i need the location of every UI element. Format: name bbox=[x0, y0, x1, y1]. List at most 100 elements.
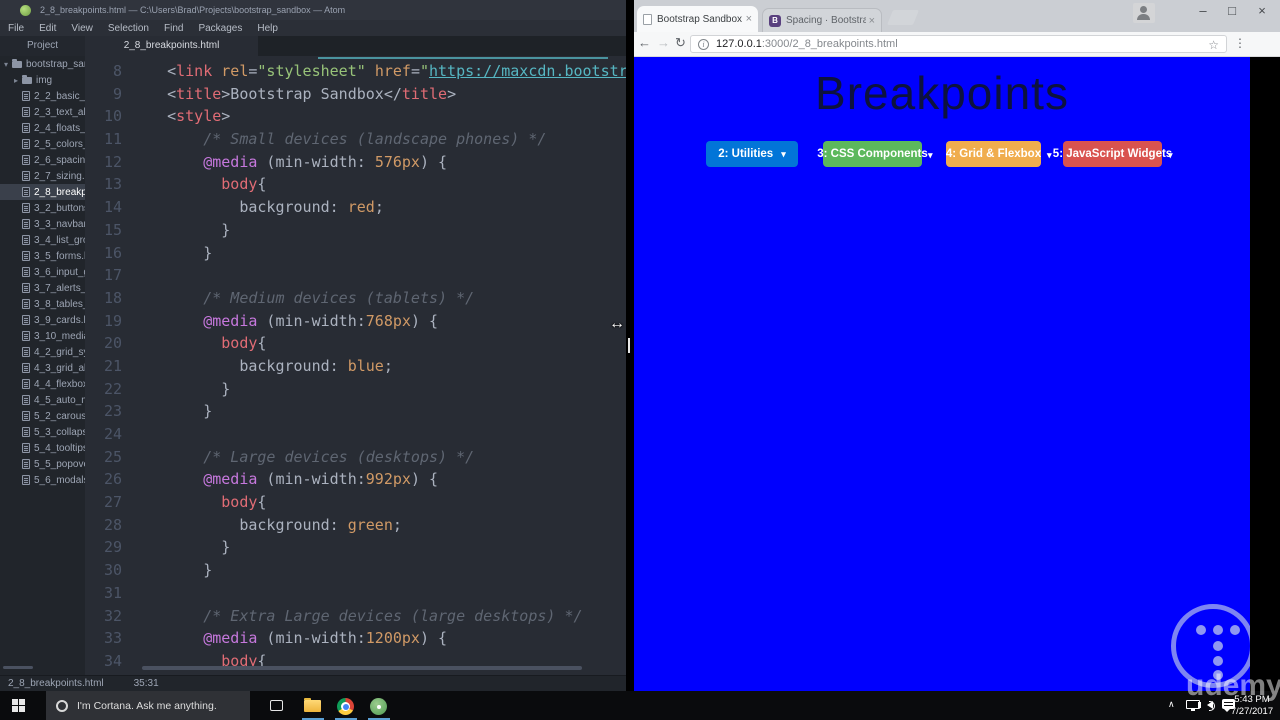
editor-horizontal-scrollbar[interactable] bbox=[142, 666, 582, 670]
code-editor[interactable]: 8 <link rel="stylesheet" href="https://m… bbox=[85, 56, 626, 675]
tree-file-3_4_list_grou[interactable]: 3_4_list_grou bbox=[0, 232, 85, 248]
menu-selection[interactable]: Selection bbox=[108, 23, 149, 34]
tree-file-4_2_grid_sys[interactable]: 4_2_grid_sys bbox=[0, 344, 85, 360]
close-button[interactable]: × bbox=[1250, 3, 1274, 18]
menu-find[interactable]: Find bbox=[164, 23, 183, 34]
code-line-31[interactable]: 31 bbox=[85, 582, 626, 605]
tree-root-folder[interactable]: ▾ bootstrap_sand bbox=[0, 56, 85, 72]
minimize-button[interactable]: – bbox=[1191, 3, 1215, 18]
code-line-28[interactable]: 28 background: green; bbox=[85, 514, 626, 537]
menu-packages[interactable]: Packages bbox=[198, 23, 242, 34]
code-line-25[interactable]: 25 /* Large devices (desktops) */ bbox=[85, 446, 626, 469]
tree-file-2_3_text_alig[interactable]: 2_3_text_alig bbox=[0, 104, 85, 120]
code-line-23[interactable]: 23 } bbox=[85, 400, 626, 423]
code-line-17[interactable]: 17 bbox=[85, 264, 626, 287]
code-line-24[interactable]: 24 bbox=[85, 423, 626, 446]
tree-file-5_3_collapse[interactable]: 5_3_collapse bbox=[0, 424, 85, 440]
tree-file-3_8_tables_p[interactable]: 3_8_tables_p bbox=[0, 296, 85, 312]
dropdown-button-3[interactable]: 3: CSS Components ▾ bbox=[817, 141, 933, 167]
start-button[interactable] bbox=[12, 699, 25, 712]
tree-file-2_2_basic_ty[interactable]: 2_2_basic_ty bbox=[0, 88, 85, 104]
code-line-9[interactable]: 9 <title>Bootstrap Sandbox</title> bbox=[85, 83, 626, 106]
menu-file[interactable]: File bbox=[8, 23, 24, 34]
menu-help[interactable]: Help bbox=[257, 23, 278, 34]
chevron-right-icon[interactable]: ▸ bbox=[12, 76, 20, 85]
tree-horizontal-scrollbar[interactable] bbox=[3, 666, 33, 669]
chevron-down-icon[interactable]: ▾ bbox=[2, 60, 10, 69]
editor-tab-breakpoints[interactable]: 2_8_breakpoints.html bbox=[85, 36, 258, 56]
tree-item-label: 5_4_tooltips bbox=[34, 442, 85, 454]
back-icon[interactable]: ← bbox=[638, 35, 651, 50]
file-tree[interactable]: ▾ bootstrap_sand ▸ img 2_2_basic_ty 2_3_text_… bbox=[0, 56, 85, 675]
task-view-button[interactable] bbox=[270, 700, 283, 711]
code-line-12[interactable]: 12 @media (min-width: 576px) { bbox=[85, 151, 626, 174]
tree-file-3_2_buttons[interactable]: 3_2_buttons bbox=[0, 200, 85, 216]
code-line-13[interactable]: 13 body{ bbox=[85, 173, 626, 196]
tree-file-5_2_carouse[interactable]: 5_2_carouse bbox=[0, 408, 85, 424]
tab-bootstrap-sandbox[interactable]: Bootstrap Sandbox × bbox=[637, 6, 758, 32]
tab-close-icon[interactable]: × bbox=[869, 15, 875, 27]
tree-file-4_5_auto_m[interactable]: 4_5_auto_m bbox=[0, 392, 85, 408]
tree-file-2_5_colors_b[interactable]: 2_5_colors_b bbox=[0, 136, 85, 152]
tray-chevron-icon[interactable]: ∧ bbox=[1168, 699, 1175, 710]
chrome-taskbar-icon[interactable] bbox=[337, 698, 354, 715]
code-line-30[interactable]: 30 } bbox=[85, 559, 626, 582]
new-tab-button[interactable] bbox=[886, 10, 920, 25]
atom-taskbar-icon[interactable] bbox=[370, 698, 387, 715]
tree-file-2_4_floats_p[interactable]: 2_4_floats_p bbox=[0, 120, 85, 136]
refresh-icon[interactable]: ↻ bbox=[675, 35, 686, 51]
tree-file-2_8_breakpo[interactable]: 2_8_breakpo bbox=[0, 184, 85, 200]
tree-file-4_4_flexbox.[interactable]: 4_4_flexbox. bbox=[0, 376, 85, 392]
dropdown-button-5[interactable]: 5: JavaScript Widgets ▾ bbox=[1053, 141, 1173, 167]
tab-close-icon[interactable]: × bbox=[746, 13, 752, 25]
file-icon bbox=[22, 283, 30, 293]
address-bar[interactable]: i 127.0.0.1:3000/2_8_breakpoints.html ☆ bbox=[690, 35, 1227, 53]
tree-file-2_6_spacing[interactable]: 2_6_spacing bbox=[0, 152, 85, 168]
forward-icon[interactable]: → bbox=[657, 35, 670, 50]
code-line-15[interactable]: 15 } bbox=[85, 219, 626, 242]
code-line-8[interactable]: 8 <link rel="stylesheet" href="https://m… bbox=[85, 60, 626, 83]
tree-file-5_6_modals.[interactable]: 5_6_modals. bbox=[0, 472, 85, 488]
menu-edit[interactable]: Edit bbox=[39, 23, 56, 34]
tree-file-3_10_media[interactable]: 3_10_media bbox=[0, 328, 85, 344]
page-info-icon[interactable]: i bbox=[698, 38, 709, 50]
code-line-33[interactable]: 33 @media (min-width:1200px) { bbox=[85, 627, 626, 650]
caret-down-icon: ▾ bbox=[1168, 150, 1173, 160]
tree-file-3_3_navbar.h[interactable]: 3_3_navbar.h bbox=[0, 216, 85, 232]
code-line-20[interactable]: 20 body{ bbox=[85, 332, 626, 355]
maximize-button[interactable]: □ bbox=[1220, 3, 1244, 18]
code-line-19[interactable]: 19 @media (min-width:768px) { bbox=[85, 310, 626, 333]
tree-file-3_9_cards.ht[interactable]: 3_9_cards.ht bbox=[0, 312, 85, 328]
chrome-menu-icon[interactable]: ⋮ bbox=[1234, 36, 1246, 50]
code-line-29[interactable]: 29 } bbox=[85, 536, 626, 559]
code-line-26[interactable]: 26 @media (min-width:992px) { bbox=[85, 468, 626, 491]
tree-file-2_7_sizing.ht[interactable]: 2_7_sizing.ht bbox=[0, 168, 85, 184]
status-cursor-position[interactable]: 35:31 bbox=[134, 678, 159, 689]
bookmark-star-icon[interactable]: ☆ bbox=[1208, 38, 1219, 52]
code-line-10[interactable]: 10 <style> bbox=[85, 105, 626, 128]
code-line-18[interactable]: 18 /* Medium devices (tablets) */ bbox=[85, 287, 626, 310]
code-line-32[interactable]: 32 /* Extra Large devices (large desktop… bbox=[85, 605, 626, 628]
dropdown-button-4[interactable]: 4: Grid & Flexbox ▾ bbox=[946, 141, 1052, 167]
dropdown-button-2[interactable]: 2: Utilities ▾ bbox=[706, 141, 798, 167]
file-explorer-icon[interactable] bbox=[304, 698, 321, 712]
tree-dock-tab-project[interactable]: Project bbox=[0, 36, 85, 56]
code-line-22[interactable]: 22 } bbox=[85, 378, 626, 401]
code-line-27[interactable]: 27 body{ bbox=[85, 491, 626, 514]
profile-avatar-icon[interactable] bbox=[1133, 3, 1155, 23]
code-line-14[interactable]: 14 background: red; bbox=[85, 196, 626, 219]
code-line-21[interactable]: 21 background: blue; bbox=[85, 355, 626, 378]
code-line-16[interactable]: 16 } bbox=[85, 242, 626, 265]
cortana-search-box[interactable]: I'm Cortana. Ask me anything. bbox=[46, 691, 250, 720]
tree-file-4_3_grid_alig[interactable]: 4_3_grid_alig bbox=[0, 360, 85, 376]
tree-folder-img[interactable]: ▸ img bbox=[0, 72, 85, 88]
tree-file-3_7_alerts_p[interactable]: 3_7_alerts_p bbox=[0, 280, 85, 296]
tree-file-3_5_forms.h[interactable]: 3_5_forms.h bbox=[0, 248, 85, 264]
tab-spacing-bootstrap[interactable]: B Spacing · Bootstrap × bbox=[762, 8, 882, 32]
url-text[interactable]: 127.0.0.1:3000/2_8_breakpoints.html bbox=[716, 38, 898, 50]
menu-view[interactable]: View bbox=[71, 23, 93, 34]
code-line-11[interactable]: 11 /* Small devices (landscape phones) *… bbox=[85, 128, 626, 151]
tree-file-3_6_input_g[interactable]: 3_6_input_g bbox=[0, 264, 85, 280]
tree-file-5_4_tooltips[interactable]: 5_4_tooltips bbox=[0, 440, 85, 456]
tree-file-5_5_popove[interactable]: 5_5_popove bbox=[0, 456, 85, 472]
